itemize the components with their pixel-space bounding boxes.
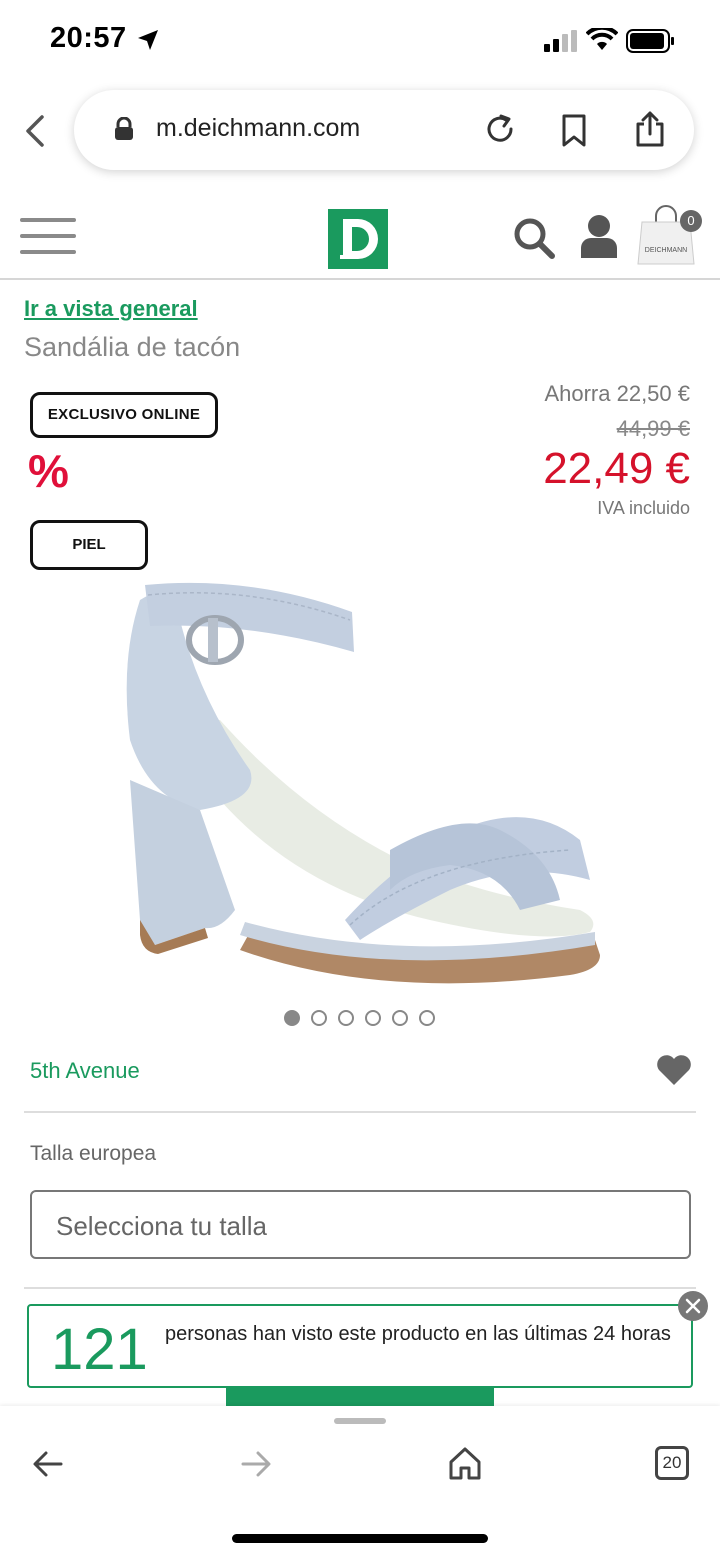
carousel-dot[interactable] bbox=[365, 1010, 381, 1026]
back-to-overview-link[interactable]: Ir a vista general bbox=[24, 296, 198, 322]
close-icon bbox=[685, 1298, 701, 1314]
home-icon[interactable] bbox=[448, 1446, 482, 1480]
size-label: Talla europea bbox=[30, 1142, 157, 1165]
reload-icon[interactable] bbox=[484, 114, 516, 146]
bookmark-icon[interactable] bbox=[560, 114, 588, 148]
user-icon[interactable] bbox=[580, 214, 618, 258]
carousel-dot[interactable] bbox=[392, 1010, 408, 1026]
viewers-count: 121 bbox=[51, 1317, 148, 1382]
status-time: 20:57 bbox=[50, 22, 127, 54]
brand-link[interactable]: 5th Avenue bbox=[30, 1058, 140, 1084]
share-icon[interactable] bbox=[634, 110, 666, 148]
arrow-left-icon[interactable] bbox=[32, 1450, 64, 1478]
size-select-placeholder: Selecciona tu talla bbox=[56, 1211, 268, 1241]
old-price: 44,99 € bbox=[616, 416, 690, 441]
url-text: m.deichmann.com bbox=[156, 114, 361, 142]
carousel-dot[interactable] bbox=[284, 1010, 300, 1026]
chevron-left-icon[interactable] bbox=[22, 114, 48, 148]
product-image[interactable] bbox=[100, 560, 620, 1010]
image-carousel-dots[interactable] bbox=[284, 1010, 435, 1028]
arrow-right-icon[interactable] bbox=[240, 1450, 272, 1478]
current-price: 22,49 € bbox=[543, 444, 690, 493]
home-indicator bbox=[232, 1534, 488, 1543]
wifi-icon bbox=[586, 28, 618, 50]
status-bar: 20:57 bbox=[0, 0, 720, 84]
divider bbox=[24, 1111, 696, 1113]
vat-note: IVA incluido bbox=[597, 498, 690, 518]
viewers-banner: 121 personas han visto este producto en … bbox=[27, 1304, 693, 1388]
online-exclusive-badge: EXCLUSIVO ONLINE bbox=[30, 392, 218, 438]
viewers-text: personas han visto este producto en las … bbox=[165, 1323, 671, 1345]
location-arrow-icon bbox=[138, 30, 158, 50]
savings-text: Ahorra 22,50 € bbox=[544, 381, 690, 406]
svg-text:DEICHMANN: DEICHMANN bbox=[645, 247, 687, 254]
carousel-dot[interactable] bbox=[338, 1010, 354, 1026]
menu-icon[interactable] bbox=[20, 216, 78, 256]
heart-icon[interactable] bbox=[656, 1054, 692, 1086]
carousel-dot[interactable] bbox=[311, 1010, 327, 1026]
cart-count-badge: 0 bbox=[680, 210, 702, 232]
deichmann-logo[interactable] bbox=[328, 209, 388, 269]
browser-toolbar: m.deichmann.com bbox=[0, 84, 720, 190]
close-banner-button[interactable] bbox=[678, 1291, 708, 1321]
size-select[interactable]: Selecciona tu talla bbox=[30, 1190, 691, 1259]
toolbar-grabber[interactable] bbox=[334, 1418, 386, 1424]
lock-icon bbox=[115, 117, 133, 140]
address-bar[interactable]: m.deichmann.com bbox=[74, 90, 694, 170]
add-to-cart-button-partial[interactable] bbox=[226, 1388, 494, 1406]
battery-icon bbox=[626, 29, 674, 53]
site-header: DEICHMANN 0 bbox=[0, 190, 720, 280]
discount-percent-icon: % bbox=[28, 445, 69, 497]
browser-bottom-toolbar: 20 bbox=[0, 1406, 720, 1557]
logo-d-icon bbox=[340, 219, 378, 259]
tabs-button[interactable]: 20 bbox=[655, 1446, 689, 1480]
product-title: Sandália de tacón bbox=[24, 332, 241, 362]
signal-icon bbox=[544, 30, 577, 52]
divider bbox=[24, 1287, 696, 1289]
search-icon[interactable] bbox=[512, 216, 556, 260]
carousel-dot[interactable] bbox=[419, 1010, 435, 1026]
